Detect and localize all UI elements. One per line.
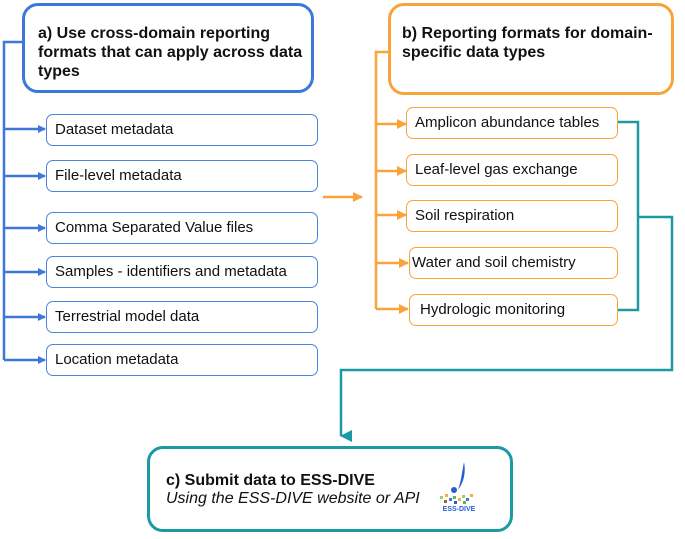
domain-specific-header-box: b) Reporting formats for domain-specific… [388,3,674,95]
domain-specific-title: b) Reporting formats for domain-specific… [402,25,653,61]
cross-domain-item[interactable]: Location metadata [46,344,318,376]
ess-dive-logo-icon: ESS-DIVE [440,462,476,513]
item-label: Water and soil chemistry [412,254,576,271]
cross-domain-item[interactable]: Samples - identifiers and metadata [46,256,318,288]
submit-subtitle: Using the ESS-DIVE website or API [166,490,420,507]
domain-specific-item[interactable]: Hydrologic monitoring [409,294,618,326]
item-label: File-level metadata [55,167,182,184]
cross-domain-item[interactable]: Terrestrial model data [46,301,318,333]
domain-specific-item[interactable]: Soil respiration [406,200,618,232]
orange-trunk-line [374,50,390,309]
item-label: Leaf-level gas exchange [415,161,578,178]
cross-domain-item[interactable]: File-level metadata [46,160,318,192]
cross-domain-item[interactable]: Dataset metadata [46,114,318,146]
item-label: Dataset metadata [55,121,174,138]
cross-domain-item[interactable]: Comma Separated Value files [46,212,318,244]
submit-title: c) Submit data to ESS-DIVE [166,472,375,489]
logo-text: ESS-DIVE [443,506,476,513]
item-label: Samples - identifiers and metadata [55,263,287,280]
teal-bracket-line [617,120,640,312]
cross-domain-title: a) Use cross-domain reporting formats th… [38,25,303,80]
blue-trunk-line [2,40,24,360]
item-label: Hydrologic monitoring [420,301,566,318]
item-label: Terrestrial model data [55,308,200,325]
item-label: Amplicon abundance tables [415,114,600,131]
item-label: Comma Separated Value files [55,219,254,236]
item-label: Soil respiration [415,207,515,224]
cross-domain-header-box: a) Use cross-domain reporting formats th… [22,3,314,93]
item-label: Location metadata [55,351,179,368]
domain-specific-item[interactable]: Amplicon abundance tables [406,107,618,139]
domain-specific-item[interactable]: Leaf-level gas exchange [406,154,618,186]
domain-specific-item[interactable]: Water and soil chemistry [409,247,618,279]
